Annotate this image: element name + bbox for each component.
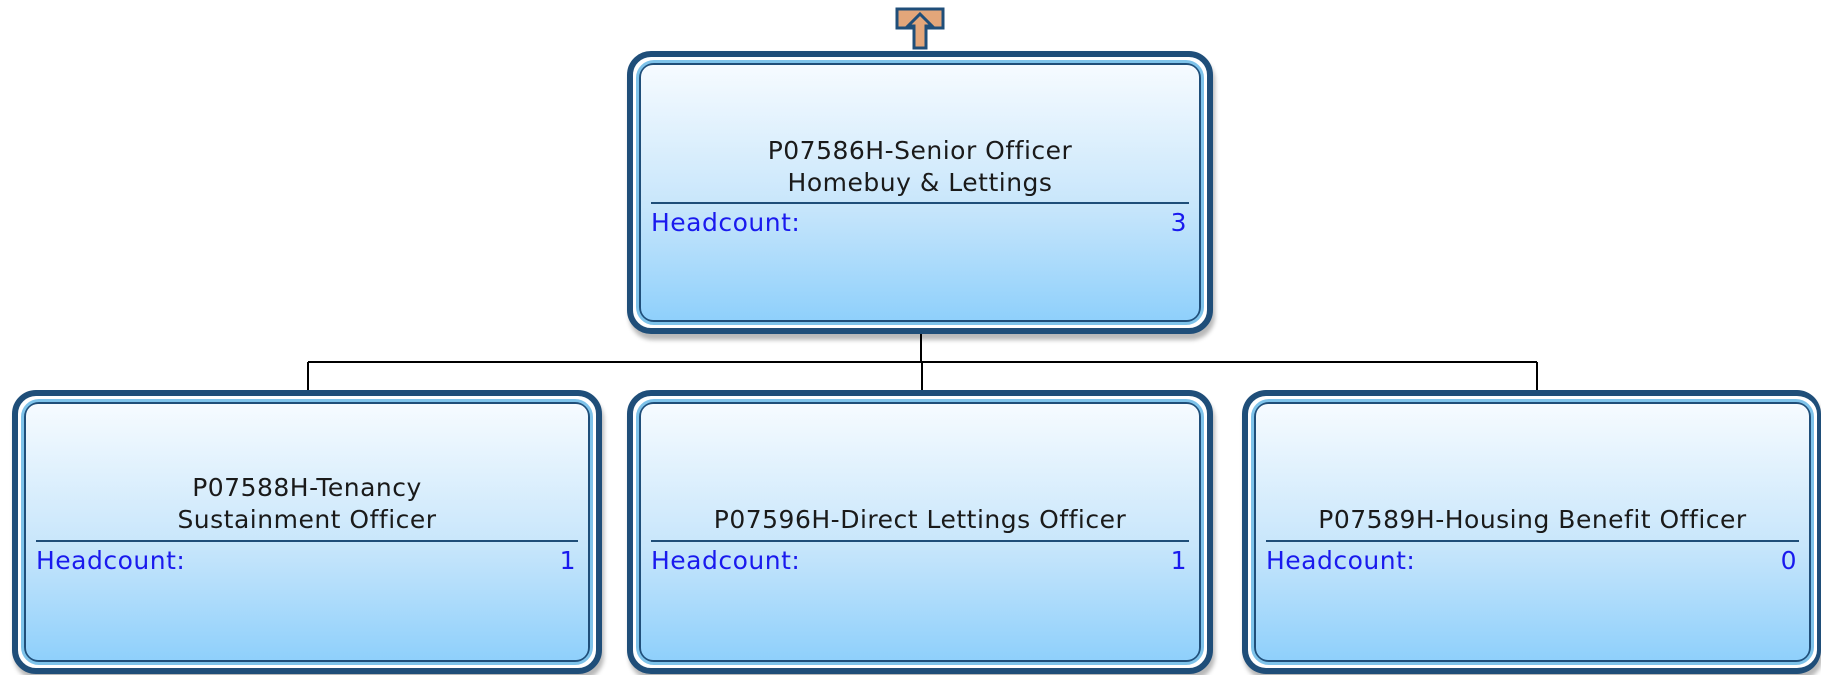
headcount-value: 1: [559, 546, 576, 575]
node-title: P07588H-Tenancy Sustainment Officer: [177, 473, 437, 534]
headcount-label: Headcount:: [1266, 546, 1416, 575]
node-divider: [1266, 540, 1799, 542]
node-title: P07596H-Direct Lettings Officer: [713, 505, 1127, 534]
org-node-child[interactable]: P07588H-Tenancy Sustainment Officer Head…: [12, 390, 602, 674]
headcount-value: 3: [1170, 208, 1187, 237]
headcount-label: Headcount:: [651, 546, 801, 575]
headcount-label: Headcount:: [36, 546, 186, 575]
node-divider: [651, 540, 1189, 542]
org-node-child[interactable]: P07589H-Housing Benefit Officer Headcoun…: [1242, 390, 1821, 674]
headcount-value: 0: [1780, 546, 1797, 575]
node-divider: [36, 540, 578, 542]
node-title: P07586H-Senior Officer Homebuy & Letting…: [767, 136, 1073, 197]
org-node-root[interactable]: P07586H-Senior Officer Homebuy & Letting…: [627, 51, 1213, 334]
up-arrow-icon[interactable]: [895, 6, 945, 52]
org-node-child[interactable]: P07596H-Direct Lettings Officer Headcoun…: [627, 390, 1213, 674]
headcount-label: Headcount:: [651, 208, 801, 237]
headcount-value: 1: [1170, 546, 1187, 575]
node-title: P07589H-Housing Benefit Officer: [1318, 505, 1747, 534]
node-divider: [651, 202, 1189, 204]
